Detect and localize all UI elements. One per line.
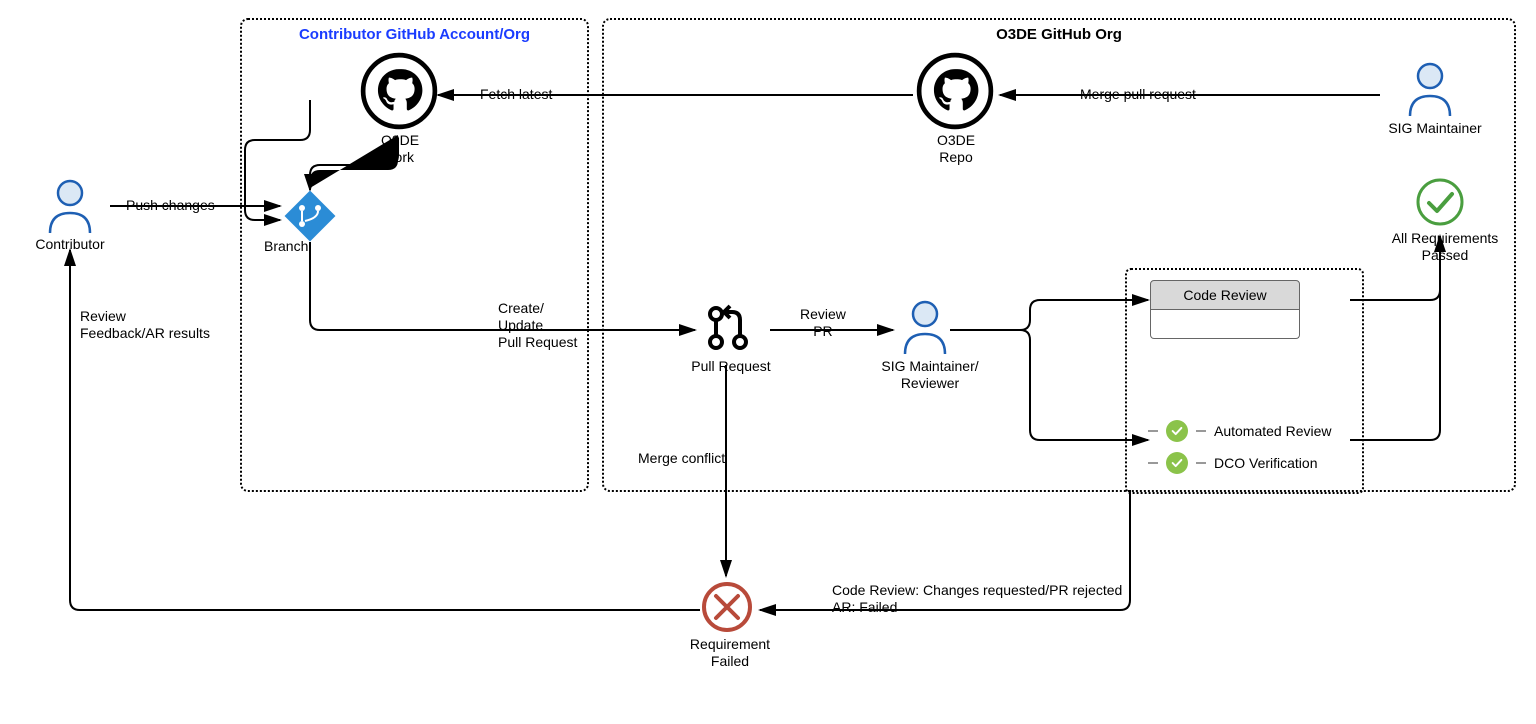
github-icon bbox=[360, 52, 438, 130]
user-icon bbox=[40, 175, 100, 235]
contributor-org-title: Contributor GitHub Account/Org bbox=[242, 26, 587, 43]
contributor-actor bbox=[40, 175, 100, 238]
dash-left bbox=[1148, 462, 1158, 464]
contributor-label: Contributor bbox=[30, 236, 110, 253]
failed-icon bbox=[700, 580, 754, 634]
merge-pr-label: Merge pull request bbox=[1080, 86, 1196, 103]
requirement-failed-node bbox=[700, 580, 754, 637]
pull-request-label: Pull Request bbox=[686, 358, 776, 375]
dash-right bbox=[1196, 430, 1206, 432]
pull-request-node bbox=[700, 300, 756, 359]
o3de-fork-node bbox=[360, 52, 438, 133]
code-review-body bbox=[1150, 310, 1300, 339]
o3de-repo-node bbox=[916, 52, 994, 133]
fail-reason-label: Code Review: Changes requested/PR reject… bbox=[832, 582, 1122, 616]
o3de-org-title: O3DE GitHub Org bbox=[604, 26, 1514, 43]
check-badge-icon bbox=[1166, 452, 1188, 474]
create-update-pr-label: Create/ Update Pull Request bbox=[498, 300, 577, 350]
fetch-latest-label: Fetch latest bbox=[480, 86, 552, 103]
sig-maintainer-actor bbox=[1400, 58, 1460, 121]
all-passed-label: All Requirements Passed bbox=[1380, 230, 1510, 264]
check-badge-icon bbox=[1166, 420, 1188, 442]
merge-conflict-label: Merge conflict bbox=[638, 450, 725, 467]
sig-reviewer-actor bbox=[895, 296, 955, 359]
dco-verification-row: DCO Verification bbox=[1148, 452, 1317, 474]
pull-request-icon bbox=[700, 300, 756, 356]
git-branch-icon bbox=[284, 190, 336, 242]
check-circle-icon bbox=[1414, 176, 1466, 228]
o3de-org-container: O3DE GitHub Org bbox=[602, 18, 1516, 492]
branch-node bbox=[284, 190, 336, 245]
github-icon bbox=[916, 52, 994, 130]
all-passed-node bbox=[1414, 176, 1466, 231]
user-icon bbox=[895, 296, 955, 356]
dash-right bbox=[1196, 462, 1206, 464]
dco-verification-label: DCO Verification bbox=[1214, 455, 1317, 471]
automated-review-label: Automated Review bbox=[1214, 423, 1332, 439]
review-pr-label: Review PR bbox=[800, 306, 846, 340]
code-review-header: Code Review bbox=[1150, 280, 1300, 310]
automated-review-row: Automated Review bbox=[1148, 420, 1332, 442]
dash-left bbox=[1148, 430, 1158, 432]
branch-label: Branch bbox=[264, 238, 314, 255]
o3de-repo-label: O3DE Repo bbox=[926, 132, 986, 166]
sig-maintainer-label: SIG Maintainer bbox=[1380, 120, 1490, 137]
user-icon bbox=[1400, 58, 1460, 118]
feedback-label: Review Feedback/AR results bbox=[80, 308, 210, 342]
code-review-box: Code Review bbox=[1150, 280, 1300, 339]
push-changes-label: Push changes bbox=[126, 197, 215, 214]
sig-reviewer-label: SIG Maintainer/ Reviewer bbox=[870, 358, 990, 392]
o3de-fork-label: O3DE Fork bbox=[370, 132, 430, 166]
requirement-failed-label: Requirement Failed bbox=[680, 636, 780, 670]
